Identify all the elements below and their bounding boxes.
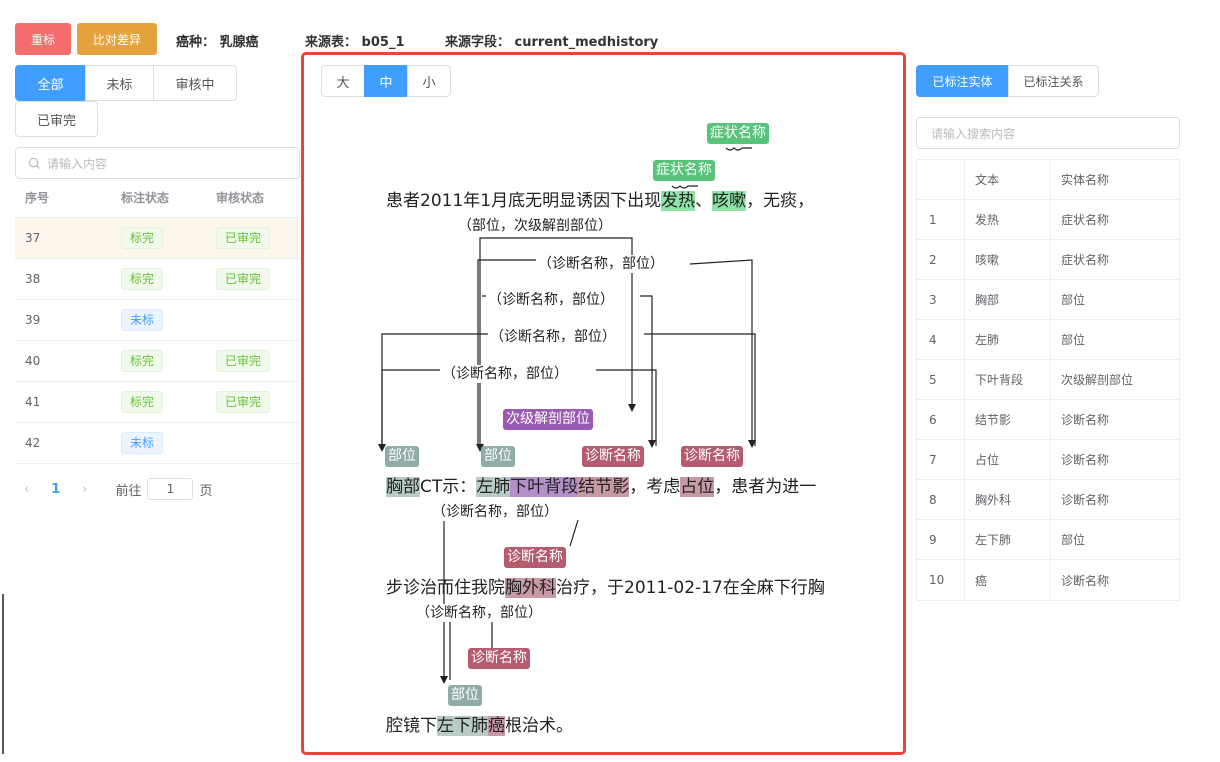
label-symptom[interactable]: 症状名称 bbox=[653, 160, 715, 181]
table-header: 文本 实体名称 bbox=[917, 160, 1179, 200]
text-line-1: 患者2011年1月底无明显诱因下出现发热、咳嗽，无痰， bbox=[386, 191, 815, 211]
text-line-3: 步诊治而住我院胸外科治疗，于2011-02-17在全麻下行胸 bbox=[386, 578, 825, 598]
label-subpart[interactable]: 次级解剖部位 bbox=[503, 409, 593, 430]
entity-span[interactable]: 发热 bbox=[661, 191, 696, 211]
label-diagnosis[interactable]: 诊断名称 bbox=[681, 446, 743, 467]
table-row[interactable]: 5 下叶背段 次级解剖部位 bbox=[917, 360, 1179, 400]
entity-span[interactable]: 胸部 bbox=[386, 477, 420, 497]
entity-span[interactable]: 占位 bbox=[680, 477, 715, 497]
table-row[interactable]: 7 占位 诊断名称 bbox=[917, 440, 1179, 480]
relation-label[interactable]: （诊断名称，部位） bbox=[488, 328, 618, 346]
entity-table: 文本 实体名称 1 发热 症状名称 2 咳嗽 症状名称 3 胸部 部位 4 左肺 部位 5 下叶背… bbox=[916, 159, 1180, 601]
entity-span[interactable]: 左肺 bbox=[476, 477, 511, 497]
table-row[interactable]: 6 结节影 诊断名称 bbox=[917, 400, 1179, 440]
text-line-2: 胸部CT示：左肺下叶背段结节影，考虑占位，患者为进一 bbox=[386, 477, 817, 497]
label-symptom[interactable]: 症状名称 bbox=[707, 123, 769, 144]
relation-label[interactable]: （诊断名称，部位） bbox=[440, 365, 570, 383]
tab-entities[interactable]: 已标注实体 bbox=[916, 65, 1009, 97]
entity-span[interactable]: 咳嗽 bbox=[712, 191, 747, 211]
table-row[interactable]: 1 发热 症状名称 bbox=[917, 200, 1179, 240]
table-row[interactable]: 8 胸外科 诊断名称 bbox=[917, 480, 1179, 520]
table-row[interactable]: 2 咳嗽 症状名称 bbox=[917, 240, 1179, 280]
relation-label[interactable]: （诊断名称，部位） bbox=[414, 604, 544, 622]
table-row[interactable]: 10 癌诊断名称 bbox=[917, 560, 1179, 600]
label-diagnosis[interactable]: 诊断名称 bbox=[468, 648, 530, 669]
text-line-4: 腔镜下左下肺癌根治术。 bbox=[386, 716, 573, 736]
label-part[interactable]: 部位 bbox=[481, 446, 515, 467]
tab-relations[interactable]: 已标注关系 bbox=[1008, 65, 1099, 97]
relation-label[interactable]: （部位，次级解剖部位） bbox=[456, 217, 614, 235]
col-header-text: 文本 bbox=[965, 160, 1051, 199]
entity-span[interactable]: 下叶背段 bbox=[510, 477, 579, 497]
relation-label[interactable]: （诊断名称，部位） bbox=[536, 255, 666, 273]
relation-label[interactable]: （诊断名称，部位） bbox=[486, 291, 616, 309]
table-row[interactable]: 3 胸部 部位 bbox=[917, 280, 1179, 320]
relation-label[interactable]: （诊断名称，部位） bbox=[430, 503, 560, 521]
search-placeholder: 请输入搜索内容 bbox=[931, 126, 1016, 141]
table-row[interactable]: 4 左肺 部位 bbox=[917, 320, 1179, 360]
table-row[interactable]: 9 左下肺 部位 bbox=[917, 520, 1179, 560]
label-part[interactable]: 部位 bbox=[448, 685, 482, 706]
label-diagnosis[interactable]: 诊断名称 bbox=[504, 547, 566, 568]
entity-span[interactable]: 癌 bbox=[488, 716, 505, 736]
entity-span[interactable]: 胸外科 bbox=[505, 578, 556, 598]
entity-span[interactable]: 左下肺 bbox=[437, 716, 488, 736]
col-header-entity: 实体名称 bbox=[1061, 173, 1110, 187]
entity-search-input[interactable]: 请输入搜索内容 bbox=[916, 117, 1180, 149]
label-part[interactable]: 部位 bbox=[385, 446, 419, 467]
label-diagnosis[interactable]: 诊断名称 bbox=[582, 446, 644, 467]
entity-span[interactable]: 结节影 bbox=[578, 477, 630, 497]
